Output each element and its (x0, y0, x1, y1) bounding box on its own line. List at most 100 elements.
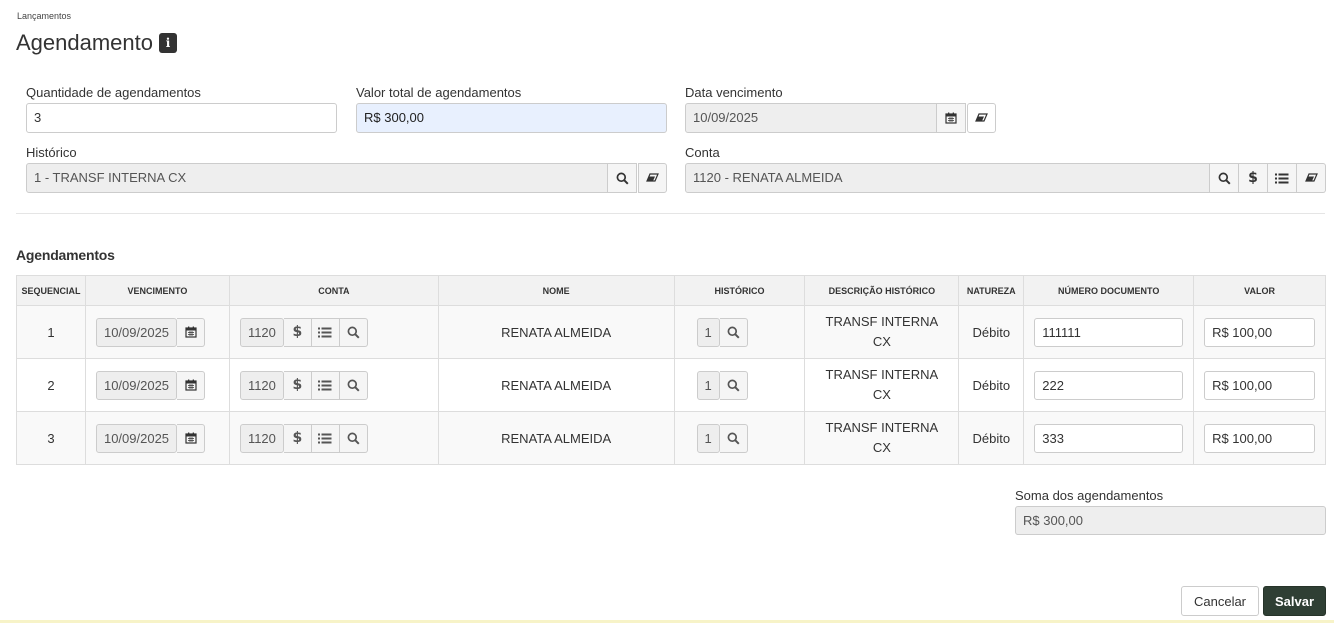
row-vencimento-cell: 10/09/2025 (84, 358, 230, 412)
row-vencimento-group: 10/09/2025 (95, 423, 219, 453)
row-conta-cell: 1120 $ (228, 305, 439, 359)
quantidade-label: Quantidade de agendamentos (26, 85, 201, 100)
row-descricao-line2: CX (872, 334, 891, 349)
cancel-button[interactable]: Cancelar (1181, 586, 1259, 616)
row-natureza: Débito (958, 305, 1025, 359)
col-descricao-historico: DESCRIÇÃO HISTÓRICO (804, 275, 960, 306)
calendar-icon[interactable] (177, 370, 206, 400)
row-descricao-historico: TRANSF INTERNA CX (804, 305, 960, 359)
row-historico-group: 1 (685, 317, 795, 347)
quantidade-input[interactable]: 3 (26, 103, 337, 133)
info-icon[interactable]: i (159, 33, 177, 53)
search-icon[interactable] (719, 423, 748, 453)
list-icon[interactable] (1268, 163, 1297, 193)
row-valor-input[interactable]: R$ 100,00 (1204, 370, 1315, 400)
valor-total-input[interactable]: R$ 300,00 (356, 103, 667, 133)
row-descricao-historico: TRANSF INTERNA CX (804, 411, 960, 465)
agendamentos-table: SEQUENCIAL VENCIMENTO CONTA NOME HISTÓRI… (16, 275, 1326, 465)
row-vencimento-cell: 10/09/2025 (84, 305, 230, 359)
col-vencimento: VENCIMENTO (84, 275, 230, 306)
row-valor-input[interactable]: R$ 100,00 (1204, 423, 1315, 453)
list-icon[interactable] (311, 317, 340, 347)
row-documento-input[interactable]: 111111 (1034, 317, 1184, 347)
row-nome: RENATA ALMEIDA (437, 305, 675, 359)
row-descricao-line1: TRANSF INTERNA (825, 314, 939, 329)
row-vencimento-input[interactable]: 10/09/2025 (95, 423, 178, 453)
row-descricao-line2: CX (872, 387, 891, 402)
row-historico-input[interactable]: 1 (696, 423, 720, 453)
row-sequencial: 1 (16, 305, 86, 359)
search-icon[interactable] (339, 423, 368, 453)
calendar-icon[interactable] (177, 317, 206, 347)
eraser-icon[interactable] (638, 163, 667, 193)
search-icon[interactable] (719, 370, 748, 400)
quantidade-field: Quantidade de agendamentos 3 (26, 84, 337, 133)
data-vencimento-input[interactable]: 10/09/2025 (685, 103, 937, 133)
row-documento-input[interactable]: 333 (1034, 423, 1184, 453)
conta-label: Conta (685, 145, 720, 160)
row-documento-input[interactable]: 222 (1034, 370, 1184, 400)
row-sequencial: 3 (16, 411, 86, 465)
search-icon[interactable] (719, 317, 748, 347)
divider (16, 213, 1325, 214)
search-icon[interactable] (339, 370, 368, 400)
table-row: 2 10/09/2025 1120 $ RENATA ALMEIDA 1 TRA… (16, 358, 1326, 412)
row-conta-cell: 1120 $ (228, 358, 439, 412)
col-nome: NOME (437, 275, 675, 306)
row-historico-input[interactable]: 1 (696, 317, 720, 347)
row-documento-cell: 222 (1023, 358, 1195, 412)
dollar-icon[interactable]: $ (1239, 163, 1268, 193)
soma-input: R$ 300,00 (1015, 506, 1326, 535)
page: Lançamentos Agendamento i Quantidade de … (0, 0, 1334, 623)
row-historico-cell: 1 (673, 305, 806, 359)
row-valor-cell: R$ 100,00 (1193, 358, 1326, 412)
table-row: 3 10/09/2025 1120 $ RENATA ALMEIDA 1 TRA… (16, 411, 1326, 465)
row-descricao-line1: TRANSF INTERNA (825, 367, 939, 382)
row-vencimento-group: 10/09/2025 (95, 317, 219, 347)
dollar-icon[interactable]: $ (283, 317, 312, 347)
row-historico-cell: 1 (673, 358, 806, 412)
data-vencimento-group: 10/09/2025 (685, 103, 996, 133)
historico-group: 1 - TRANSF INTERNA CX (26, 163, 667, 193)
save-button[interactable]: Salvar (1263, 586, 1326, 616)
calendar-icon[interactable] (937, 103, 966, 133)
conta-field: Conta 1120 - RENATA ALMEIDA $ (685, 144, 1326, 193)
col-numero-documento: NÚMERO DOCUMENTO (1023, 275, 1195, 306)
search-icon[interactable] (1210, 163, 1239, 193)
row-historico-group: 1 (685, 370, 795, 400)
row-vencimento-input[interactable]: 10/09/2025 (95, 317, 178, 347)
row-conta-input[interactable]: 1120 (239, 370, 284, 400)
breadcrumb: Lançamentos (17, 11, 72, 21)
row-nome: RENATA ALMEIDA (437, 411, 675, 465)
row-conta-cell: 1120 $ (228, 411, 439, 465)
row-historico-cell: 1 (673, 411, 806, 465)
row-documento-cell: 111111 (1023, 305, 1195, 359)
eraser-icon[interactable] (1297, 163, 1326, 193)
row-vencimento-cell: 10/09/2025 (84, 411, 230, 465)
search-icon[interactable] (608, 163, 637, 193)
section-title: Agendamentos (16, 247, 115, 263)
row-conta-input[interactable]: 1120 (239, 317, 284, 347)
row-historico-input[interactable]: 1 (696, 370, 720, 400)
eraser-icon[interactable] (967, 103, 996, 133)
list-icon[interactable] (311, 423, 340, 453)
row-vencimento-group: 10/09/2025 (95, 370, 219, 400)
conta-input[interactable]: 1120 - RENATA ALMEIDA (685, 163, 1210, 193)
data-vencimento-label: Data vencimento (685, 85, 783, 100)
search-icon[interactable] (339, 317, 368, 347)
table-row: 1 10/09/2025 1120 $ RENATA ALMEIDA 1 TRA… (16, 305, 1326, 359)
historico-input[interactable]: 1 - TRANSF INTERNA CX (26, 163, 608, 193)
soma-field: Soma dos agendamentos R$ 300,00 (1015, 487, 1326, 535)
row-vencimento-input[interactable]: 10/09/2025 (95, 370, 178, 400)
row-natureza: Débito (958, 411, 1025, 465)
row-valor-input[interactable]: R$ 100,00 (1204, 317, 1315, 347)
row-conta-group: 1120 $ (239, 317, 428, 347)
row-conta-input[interactable]: 1120 (239, 423, 284, 453)
page-title-text: Agendamento (16, 30, 153, 55)
dollar-icon[interactable]: $ (283, 370, 312, 400)
historico-field: Histórico 1 - TRANSF INTERNA CX (26, 144, 667, 193)
row-natureza: Débito (958, 358, 1025, 412)
dollar-icon[interactable]: $ (283, 423, 312, 453)
calendar-icon[interactable] (177, 423, 206, 453)
list-icon[interactable] (311, 370, 340, 400)
